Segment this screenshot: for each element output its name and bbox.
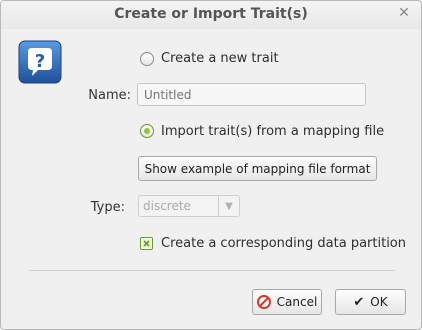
show-example-mapping-button[interactable]: Show example of mapping file format xyxy=(138,156,377,181)
check-icon: ✔ xyxy=(353,294,365,310)
create-new-trait-label[interactable]: Create a new trait xyxy=(161,51,279,66)
cancel-icon xyxy=(256,295,271,309)
import-traits-label[interactable]: Import trait(s) from a mapping file xyxy=(161,124,384,139)
checkbox-cross-icon xyxy=(142,239,151,248)
ok-button-label: OK xyxy=(370,295,388,309)
svg-text:?: ? xyxy=(35,51,45,72)
type-select-value: discrete xyxy=(143,199,191,213)
dropdown-arrow-icon: ▼ xyxy=(218,196,239,216)
title-bar[interactable]: Create or Import Trait(s) ✕ xyxy=(1,1,421,29)
cancel-button-label: Cancel xyxy=(276,295,318,309)
type-select[interactable]: discrete ▼ xyxy=(138,195,240,217)
dialog-title: Create or Import Trait(s) xyxy=(114,6,308,22)
help-question-icon: ? xyxy=(18,40,62,84)
data-partition-checkbox[interactable] xyxy=(140,237,153,250)
import-traits-radio[interactable] xyxy=(140,124,154,138)
show-example-mapping-label: Show example of mapping file format xyxy=(144,161,371,176)
ok-button[interactable]: ✔ OK xyxy=(335,289,406,315)
data-partition-label[interactable]: Create a corresponding data partition xyxy=(161,236,406,251)
type-label: Type: xyxy=(90,200,125,215)
close-icon[interactable]: ✕ xyxy=(397,6,411,20)
name-label: Name: xyxy=(88,88,131,103)
name-input[interactable] xyxy=(137,83,366,106)
create-new-trait-radio[interactable] xyxy=(140,52,154,66)
create-import-trait-dialog: Create or Import Trait(s) ✕ ? Create a n… xyxy=(0,0,422,330)
cancel-button[interactable]: Cancel xyxy=(252,289,322,315)
button-separator xyxy=(29,270,395,271)
